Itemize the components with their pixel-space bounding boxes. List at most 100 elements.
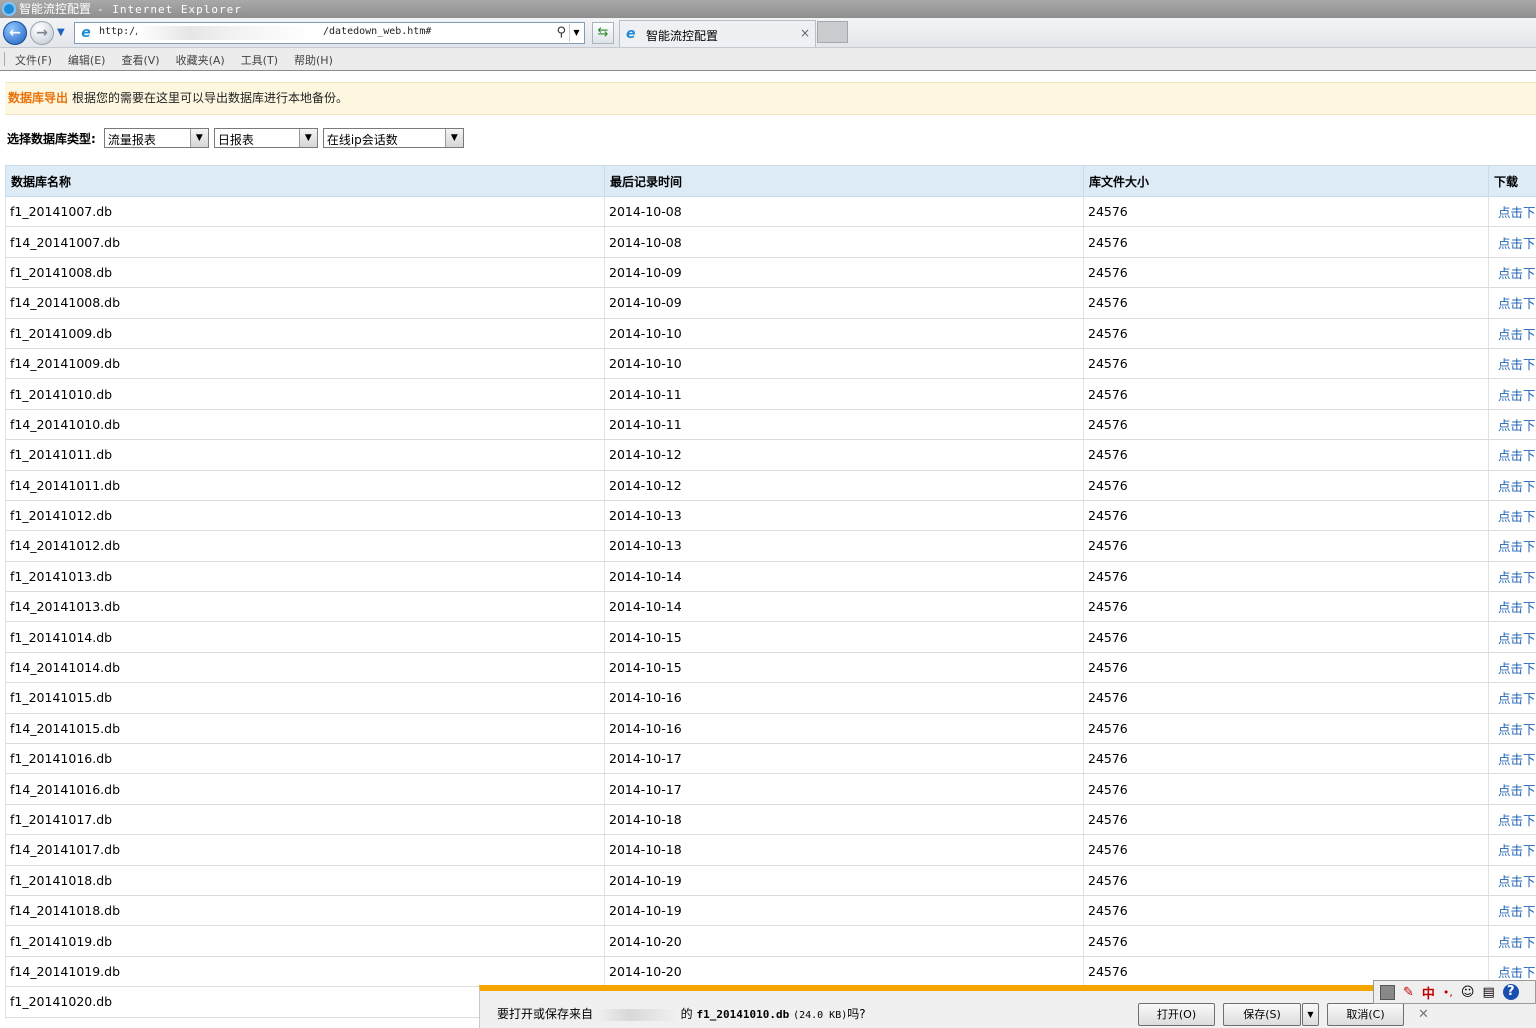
new-tab-button[interactable] — [817, 21, 848, 43]
last-record-time-cell: 2014-10-16 — [604, 682, 1084, 714]
db-name-cell: f1_20141018.db — [5, 865, 605, 896]
download-link[interactable]: 点击下 — [1488, 378, 1536, 410]
download-link[interactable]: 点击下 — [1488, 287, 1536, 319]
save-button[interactable]: 保存(S) — [1223, 1003, 1301, 1026]
table-row: f14_20141015.db 2014-10-16 24576 点击下 — [5, 713, 1536, 745]
ime-mode-toggle[interactable]: 中 — [1422, 983, 1435, 1002]
notice-banner: 数据库导出 根据您的需要在这里可以导出数据库进行本地备份。 — [5, 82, 1536, 115]
download-link[interactable]: 点击下 — [1488, 773, 1536, 805]
last-record-time-cell: 2014-10-13 — [604, 500, 1084, 532]
download-link[interactable]: 点击下 — [1488, 865, 1536, 896]
file-size-cell: 24576 — [1083, 865, 1489, 896]
chevron-down-icon: ▼ — [298, 129, 317, 147]
download-link[interactable]: 点击下 — [1488, 591, 1536, 623]
menu-tools[interactable]: 工具(T) — [241, 52, 278, 68]
ime-skin-icon[interactable]: ☺ — [1461, 985, 1475, 1000]
download-link[interactable]: 点击下 — [1488, 530, 1536, 562]
refresh-icon: ⇆ — [597, 25, 609, 40]
table-row: f1_20141018.db 2014-10-19 24576 点击下 — [5, 865, 1536, 896]
download-link[interactable]: 点击下 — [1488, 470, 1536, 501]
file-size-cell: 24576 — [1083, 652, 1489, 684]
file-size-cell: 24576 — [1083, 834, 1489, 866]
menu-help[interactable]: 帮助(H) — [294, 52, 333, 68]
download-link[interactable]: 点击下 — [1488, 500, 1536, 532]
address-bar[interactable]: e http:// /datedown_web.htm# ⚲ ▼ — [74, 22, 585, 44]
db-name-cell: f14_20141009.db — [5, 348, 605, 380]
navigation-bar: ← → ▼ e http:// /datedown_web.htm# ⚲ ▼ ⇆… — [0, 18, 1536, 48]
download-link[interactable]: 点击下 — [1488, 925, 1536, 957]
tab-label: 智能流控配置 — [646, 29, 719, 43]
db-name-cell: f1_20141017.db — [5, 804, 605, 836]
ime-logo-icon[interactable] — [1380, 984, 1395, 1000]
download-link[interactable]: 点击下 — [1488, 743, 1536, 775]
download-link[interactable]: 点击下 — [1488, 834, 1536, 866]
menu-file[interactable]: 文件(F) — [15, 52, 52, 68]
download-message: 要打开或保存来自 的 f1_20141010.db (24.0 KB)吗? — [497, 1005, 866, 1022]
menu-view[interactable]: 查看(V) — [121, 52, 159, 68]
cancel-button[interactable]: 取消(C) — [1327, 1003, 1404, 1026]
last-record-time-cell: 2014-10-17 — [604, 743, 1084, 775]
download-link[interactable]: 点击下 — [1488, 652, 1536, 684]
open-button[interactable]: 打开(O) — [1138, 1003, 1215, 1026]
chevron-down-icon: ▼ — [1307, 1010, 1314, 1019]
download-link[interactable]: 点击下 — [1488, 682, 1536, 714]
download-link[interactable]: 点击下 — [1488, 318, 1536, 349]
refresh-button[interactable]: ⇆ — [592, 22, 614, 44]
last-record-time-cell: 2014-10-17 — [604, 773, 1084, 805]
close-icon[interactable]: ✕ — [1418, 1007, 1429, 1022]
save-options-dropdown[interactable]: ▼ — [1302, 1003, 1319, 1026]
file-size-cell: 24576 — [1083, 318, 1489, 349]
download-link[interactable]: 点击下 — [1488, 621, 1536, 653]
download-file-size: (24.0 KB) — [793, 1010, 848, 1021]
arrow-right-icon: → — [36, 25, 48, 41]
ime-keyboard-icon[interactable]: ▤ — [1482, 985, 1494, 1000]
address-dropdown-icon[interactable]: ▼ — [569, 24, 583, 42]
last-record-time-cell: 2014-10-13 — [604, 530, 1084, 562]
table-row: f1_20141009.db 2014-10-10 24576 点击下 — [5, 318, 1536, 349]
last-record-time-cell: 2014-10-10 — [604, 318, 1084, 349]
download-link[interactable]: 点击下 — [1488, 226, 1536, 258]
download-link[interactable]: 点击下 — [1488, 713, 1536, 745]
last-record-time-cell: 2014-10-15 — [604, 652, 1084, 684]
file-size-cell: 24576 — [1083, 378, 1489, 410]
tab-active[interactable]: e 智能流控配置 × — [619, 20, 816, 47]
download-message-suffix: 吗? — [847, 1007, 866, 1021]
last-record-time-cell: 2014-10-14 — [604, 561, 1084, 593]
db-name-cell: f14_20141013.db — [5, 591, 605, 623]
back-button[interactable]: ← — [3, 21, 27, 45]
download-link[interactable]: 点击下 — [1488, 348, 1536, 380]
download-link[interactable]: 点击下 — [1488, 196, 1536, 228]
history-dropdown-icon[interactable]: ▼ — [57, 27, 69, 39]
db-name-cell: f1_20141012.db — [5, 500, 605, 532]
download-link[interactable]: 点击下 — [1488, 561, 1536, 593]
file-size-cell: 24576 — [1083, 348, 1489, 380]
download-link[interactable]: 点击下 — [1488, 895, 1536, 927]
filter-label: 选择数据库类型: — [7, 131, 96, 146]
search-icon[interactable]: ⚲ — [556, 25, 566, 40]
table-row: f14_20141018.db 2014-10-19 24576 点击下 — [5, 895, 1536, 927]
db-name-cell: f14_20141007.db — [5, 226, 605, 258]
ime-handwrite-icon[interactable]: ✎ — [1403, 985, 1414, 1000]
menu-favorites[interactable]: 收藏夹(A) — [176, 52, 225, 68]
db-name-cell: f1_20141013.db — [5, 561, 605, 593]
ime-punctuation-toggle[interactable]: •, — [1443, 986, 1453, 999]
ie-logo-icon — [2, 2, 16, 16]
menu-edit[interactable]: 编辑(E) — [68, 52, 106, 68]
chevron-down-icon: ▼ — [189, 129, 208, 147]
file-size-cell: 24576 — [1083, 561, 1489, 593]
download-link[interactable]: 点击下 — [1488, 804, 1536, 836]
help-icon[interactable]: ? — [1502, 984, 1519, 1000]
report-period-select[interactable]: 日报表 ▼ — [213, 128, 318, 148]
last-record-time-cell: 2014-10-18 — [604, 804, 1084, 836]
header-download: 下载 — [1488, 165, 1536, 197]
download-link[interactable]: 点击下 — [1488, 439, 1536, 471]
forward-button[interactable]: → — [30, 21, 54, 45]
db-name-cell: f14_20141016.db — [5, 773, 605, 805]
report-category-select[interactable]: 流量报表 ▼ — [103, 128, 209, 148]
download-link[interactable]: 点击下 — [1488, 409, 1536, 441]
file-size-cell: 24576 — [1083, 743, 1489, 775]
download-link[interactable]: 点击下 — [1488, 257, 1536, 289]
report-metric-select[interactable]: 在线ip会话数 ▼ — [322, 128, 464, 148]
tab-close-icon[interactable]: × — [800, 26, 810, 40]
db-name-cell: f14_20141012.db — [5, 530, 605, 562]
